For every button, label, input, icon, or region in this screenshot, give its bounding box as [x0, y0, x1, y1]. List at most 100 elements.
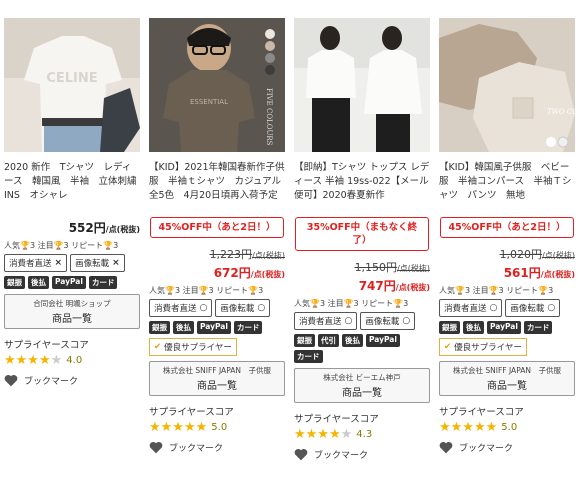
- pay-badge: カード: [233, 321, 263, 334]
- image-reuse-tag: 画像転載 ○: [360, 312, 416, 330]
- shop-product-list-button[interactable]: 株式会社 ビーエム神戸 商品一覧: [294, 368, 430, 403]
- product-card: ESSENTIAL FIVE COLOURS 【KID】2021年韓国春新作子供…: [149, 0, 285, 454]
- bookmark-label: ブックマーク: [459, 444, 514, 454]
- image-reuse-tag: 画像転載 ○: [215, 299, 271, 317]
- product-title[interactable]: 2020 新作 Tシャツ レディース 韓国風 半袖 立体刺繍 INS オシャレ: [4, 161, 140, 217]
- ranking-points: 人気🏆3 注目🏆3 リピート🏆3: [294, 299, 409, 308]
- supplier-score-label: サプライヤースコア: [439, 407, 524, 418]
- svg-text:CELINE: CELINE: [46, 71, 97, 86]
- shop-product-list-button[interactable]: 株式会社 SNIFF JAPAN 子供服 商品一覧: [149, 361, 285, 396]
- pay-badge: 後払: [463, 321, 484, 334]
- pay-badge: 後払: [342, 334, 363, 347]
- svg-text:ESSENTIAL: ESSENTIAL: [190, 98, 228, 106]
- product-list-label: 商品一覧: [197, 381, 237, 392]
- product-title[interactable]: 【KID】韓国風子供服 ベビー服 半袖コンパース 半袖Ｔシャツ パンツ 無地: [439, 161, 575, 217]
- check-icon: ✔: [444, 342, 452, 352]
- product-image[interactable]: CELINE: [4, 18, 140, 152]
- pay-badge: 銀振: [149, 321, 170, 334]
- shop-product-list-button[interactable]: 株式会社 SNIFF JAPAN 子供服 商品一覧: [439, 361, 575, 396]
- pay-badge: 銀振: [294, 334, 315, 347]
- score-value: 5.0: [501, 422, 518, 433]
- ranking-points: 人気🏆3 注目🏆3 リピート🏆3: [4, 241, 119, 250]
- image-reuse-tag: 画像転載 ×: [70, 254, 125, 272]
- shop-product-list-button[interactable]: 合同会社 明颯ショップ 商品一覧: [4, 294, 140, 329]
- score-value: 4.0: [66, 355, 83, 366]
- original-price: 1,223円/点(税抜): [209, 248, 285, 261]
- heart-icon: [294, 448, 308, 461]
- direct-ship-tag: 消費者直送 ○: [439, 299, 503, 317]
- pay-badge: PayPal: [197, 321, 231, 334]
- sale-price: 561円/点(税抜): [503, 266, 575, 280]
- image-reuse-tag: 画像転載 ○: [505, 299, 561, 317]
- shop-name: 株式会社 SNIFF JAPAN 子供服: [163, 366, 271, 375]
- sale-price: 747円/点(税抜): [358, 279, 430, 293]
- pay-badge: 銀振: [4, 276, 25, 289]
- star-icon: ★★★★★: [294, 427, 353, 442]
- direct-ship-tag: 消費者直送 ○: [149, 299, 213, 317]
- sale-badge: 45%OFF中（あと2日！）: [440, 217, 574, 238]
- bookmark-label: ブックマーク: [169, 444, 224, 454]
- pay-badge: 後払: [173, 321, 194, 334]
- product-image[interactable]: [294, 18, 430, 152]
- ranking-points: 人気🏆3 注目🏆3 リピート🏆3: [439, 286, 554, 295]
- bookmark-button[interactable]: ブックマーク: [439, 441, 575, 454]
- sale-badge: 45%OFF中（あと2日！）: [150, 217, 284, 238]
- pay-badge: PayPal: [366, 334, 400, 347]
- heart-icon: [149, 441, 163, 454]
- supplier-score-label: サプライヤースコア: [294, 414, 379, 425]
- policy-tags: 消費者直送 ○ 画像転載 ○: [439, 299, 575, 317]
- product-list-label: 商品一覧: [342, 388, 382, 399]
- product-image[interactable]: ESSENTIAL FIVE COLOURS: [149, 18, 285, 152]
- pay-badge: カード: [294, 350, 323, 363]
- score-value: 4.3: [356, 429, 373, 440]
- pay-badge: PayPal: [52, 276, 86, 289]
- payment-methods: 銀振 後払 PayPal カード: [149, 321, 285, 334]
- pay-badge: カード: [88, 276, 118, 289]
- supplier-score-label: サプライヤースコア: [4, 340, 89, 351]
- policy-tags: 消費者直送 × 画像転載 ×: [4, 254, 140, 272]
- sale-badge: 35%OFF中（まもなく終了）: [295, 217, 429, 251]
- bookmark-button[interactable]: ブックマーク: [149, 441, 285, 454]
- supplier-score: ★★★★★ 5.0: [439, 420, 575, 435]
- pay-badge: 後払: [28, 276, 49, 289]
- product-card: 【即納】Tシャツ トップス レディース 半袖 19ss-022【メール便可】20…: [294, 0, 430, 461]
- check-icon: ✔: [154, 342, 162, 352]
- product-card: CELINE 2020 新作 Tシャツ レディース 韓国風 半袖 立体刺繍 IN…: [4, 0, 140, 387]
- product-title[interactable]: 【即納】Tシャツ トップス レディース 半袖 19ss-022【メール便可】20…: [294, 161, 430, 217]
- pay-badge: カード: [523, 321, 553, 334]
- shop-name: 株式会社 ビーエム神戸: [323, 373, 401, 382]
- policy-tags: 消費者直送 ○ 画像転載 ○: [149, 299, 285, 317]
- pay-badge: PayPal: [487, 321, 521, 334]
- product-image[interactable]: TWO COLOURS: [439, 18, 575, 152]
- heart-icon: [4, 374, 18, 387]
- star-icon: ★★★★★: [149, 420, 208, 435]
- supplier-score-label: サプライヤースコア: [149, 407, 234, 418]
- pay-badge: 代引: [318, 334, 339, 347]
- premium-supplier-badge: ✔ 優良サプライヤー: [149, 338, 237, 356]
- original-price: 1,150円/点(税抜): [354, 261, 430, 274]
- score-value: 5.0: [211, 422, 228, 433]
- direct-ship-tag: 消費者直送 ×: [4, 254, 68, 272]
- policy-tags: 消費者直送 ○ 画像転載 ○: [294, 312, 430, 330]
- supplier-score: ★★★★★ 5.0: [149, 420, 285, 435]
- product-price: 552円/点(税抜): [68, 221, 140, 235]
- thumb-caption: FIVE COLOURS: [265, 88, 273, 146]
- bookmark-button[interactable]: ブックマーク: [4, 374, 140, 387]
- shop-name: 株式会社 SNIFF JAPAN 子供服: [453, 366, 561, 375]
- star-icon: ★★★★★: [439, 420, 498, 435]
- bookmark-label: ブックマーク: [24, 377, 79, 387]
- product-grid: CELINE 2020 新作 Tシャツ レディース 韓国風 半袖 立体刺繍 IN…: [0, 0, 577, 483]
- supplier-score: ★★★★★ 4.0: [4, 353, 140, 368]
- product-list-label: 商品一覧: [487, 381, 527, 392]
- product-card: TWO COLOURS 【KID】韓国風子供服 ベビー服 半袖コンパース 半袖Ｔ…: [439, 0, 575, 454]
- payment-methods: 銀振 後払 PayPal カード: [439, 321, 575, 334]
- product-list-label: 商品一覧: [52, 314, 92, 325]
- shop-name: 合同会社 明颯ショップ: [33, 299, 111, 308]
- product-title[interactable]: 【KID】2021年韓国春新作子供服 半袖ｔシャツ カジュアル 全5色 4月20…: [149, 161, 285, 217]
- sale-price: 672円/点(税抜): [213, 266, 285, 280]
- bookmark-label: ブックマーク: [314, 451, 369, 461]
- supplier-score: ★★★★★ 4.3: [294, 427, 430, 442]
- premium-supplier-badge: ✔ 優良サプライヤー: [439, 338, 527, 356]
- direct-ship-tag: 消費者直送 ○: [294, 312, 358, 330]
- bookmark-button[interactable]: ブックマーク: [294, 448, 430, 461]
